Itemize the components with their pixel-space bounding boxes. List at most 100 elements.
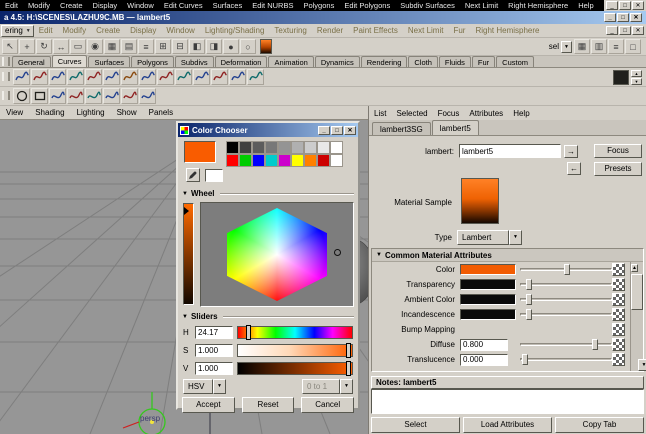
shelf-grip[interactable] [2, 57, 10, 66]
palette-swatch[interactable] [278, 154, 291, 167]
toolbar-icon[interactable]: ↔ [53, 39, 69, 54]
menu-item[interactable]: List [369, 109, 391, 118]
curve-tool-icon[interactable] [139, 69, 156, 85]
translucence-slider[interactable] [520, 354, 612, 365]
close-button[interactable]: ✕ [630, 13, 642, 22]
saturation-value-input[interactable] [195, 343, 233, 357]
shelf-tab[interactable]: Rendering [360, 56, 408, 67]
wheel-position-marker[interactable] [334, 249, 341, 256]
maximize-button[interactable]: □ [617, 13, 629, 22]
curve-tool-icon[interactable] [139, 88, 156, 104]
curve-tool-icon[interactable] [175, 69, 192, 85]
menu-item[interactable]: Edit [0, 1, 23, 10]
curve-tool-icon[interactable] [67, 69, 84, 85]
hue-value-input[interactable] [195, 325, 233, 339]
menu-item[interactable]: Create [91, 26, 125, 35]
attribute-tab[interactable]: lambert3SG [372, 122, 431, 135]
curve-tool-icon[interactable] [103, 88, 120, 104]
menu-item[interactable]: Edit Polygons [339, 1, 395, 10]
palette-swatch[interactable] [317, 154, 330, 167]
attribute-tab[interactable]: lambert5 [431, 120, 479, 135]
shelf-tab[interactable]: Custom [496, 56, 534, 67]
toolbar-icon[interactable]: + [19, 39, 35, 54]
palette-swatch[interactable] [291, 154, 304, 167]
curve-tool-icon[interactable] [85, 69, 102, 85]
accept-button[interactable]: Accept [182, 397, 235, 413]
minimize-button[interactable]: _ [606, 26, 618, 35]
curve-tool-icon[interactable] [157, 69, 174, 85]
toolbar-icon[interactable]: ▦ [104, 39, 120, 54]
palette-swatch[interactable] [278, 141, 291, 154]
hexagonal-color-wheel[interactable] [227, 208, 327, 301]
value-slider[interactable] [237, 360, 353, 376]
menu-item[interactable]: Display [88, 1, 123, 10]
shelf-tab[interactable]: Subdivs [174, 56, 214, 67]
toolbar-icon[interactable]: ⊟ [172, 39, 188, 54]
menu-item[interactable]: Fur [448, 26, 470, 35]
presets-button[interactable]: Presets [594, 162, 642, 176]
transparency-swatch[interactable] [460, 279, 516, 290]
current-color-swatch[interactable] [184, 141, 216, 163]
shelf-tab[interactable]: Surfaces [88, 56, 131, 67]
material-sample-swatch[interactable] [461, 178, 499, 224]
menu-item[interactable]: Paint Effects [348, 26, 403, 35]
map-texture-button[interactable] [612, 338, 625, 351]
toolbar-icon[interactable]: ▭ [70, 39, 86, 54]
menu-item[interactable]: Edit Curves [159, 1, 208, 10]
palette-swatch[interactable] [304, 154, 317, 167]
close-button[interactable]: ✕ [344, 125, 356, 135]
maximize-button[interactable]: □ [619, 26, 631, 35]
menu-item[interactable]: Edit NURBS [247, 1, 298, 10]
palette-swatch[interactable] [291, 141, 304, 154]
shelf-tab[interactable]: Polygons [131, 56, 174, 67]
menu-item[interactable]: Render [312, 26, 348, 35]
action-button[interactable]: Load Attributes [463, 417, 552, 433]
diffuse-slider[interactable] [520, 339, 612, 350]
menu-item[interactable]: Modify [58, 26, 92, 35]
current-material-icon[interactable] [260, 39, 272, 54]
toolbar-icon[interactable]: ◧ [189, 39, 205, 54]
menu-item[interactable]: Next Limit [403, 26, 449, 35]
menu-item[interactable]: Help [573, 1, 598, 10]
toolbar-icon[interactable]: ○ [240, 39, 256, 54]
shelf-scroll-down-icon[interactable]: ▼ [631, 77, 642, 85]
square-tool-icon[interactable] [31, 88, 48, 104]
menu-item[interactable]: Next Limit [460, 1, 503, 10]
menu-item[interactable]: Display [125, 26, 161, 35]
menu-item[interactable]: Right Hemisphere [503, 1, 573, 10]
section-scrollbar[interactable]: ▲ ▼ [630, 262, 646, 371]
minimize-button[interactable]: _ [606, 1, 618, 10]
compare-color-swatch[interactable] [205, 169, 223, 182]
toolbar-icon[interactable]: ≡ [608, 39, 624, 54]
action-button[interactable]: Copy Tab [555, 417, 644, 433]
dialog-title-bar[interactable]: Color Chooser _ □ ✕ [178, 123, 358, 137]
action-button[interactable]: Select [371, 417, 460, 433]
menu-item[interactable]: Right Hemisphere [470, 26, 544, 35]
toolbar-icon[interactable]: ⊞ [155, 39, 171, 54]
input-connection-button[interactable]: → [564, 144, 578, 158]
shelf-tab[interactable]: Animation [268, 56, 314, 67]
cancel-button[interactable]: Cancel [301, 397, 355, 413]
toolbar-icon[interactable]: ● [223, 39, 239, 54]
diffuse-value-input[interactable] [460, 338, 508, 351]
focus-button[interactable]: Focus [594, 144, 642, 158]
shelf-item-icon[interactable] [613, 69, 629, 85]
minimize-button[interactable]: _ [318, 125, 330, 135]
menu-item[interactable]: Create [55, 1, 88, 10]
maximize-button[interactable]: □ [619, 1, 631, 10]
menu-item[interactable]: Panels [143, 108, 179, 117]
palette-swatch[interactable] [226, 141, 239, 154]
value-bar-marker-icon[interactable] [184, 207, 189, 215]
maximize-button[interactable]: □ [331, 125, 343, 135]
palette-swatch[interactable] [265, 141, 278, 154]
toolbar-icon[interactable]: ◉ [87, 39, 103, 54]
shelf-tab[interactable]: Fluids [438, 56, 471, 67]
map-texture-button[interactable] [612, 308, 625, 321]
curve-tool-icon[interactable] [85, 88, 102, 104]
toolbar-icon[interactable]: ↖ [2, 39, 18, 54]
curve-tool-icon[interactable] [247, 69, 264, 85]
palette-swatch[interactable] [330, 154, 343, 167]
value-value-input[interactable] [195, 361, 233, 375]
curve-tool-icon[interactable] [103, 69, 120, 85]
menu-item[interactable]: Help [508, 109, 534, 118]
